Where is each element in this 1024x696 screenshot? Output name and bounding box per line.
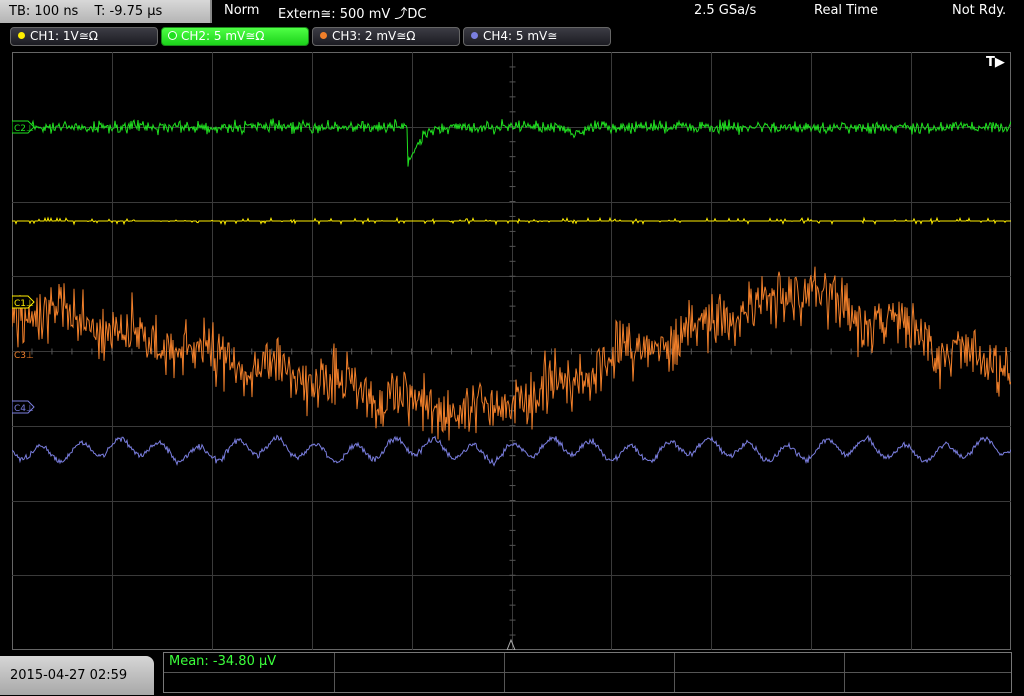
acquisition-status: Not Rdy. — [952, 3, 1007, 18]
trigger-offset-arrow-icon[interactable] — [506, 638, 516, 650]
channel-3-label: CH3: 2 mV≅Ω — [332, 29, 416, 43]
ch1-trace — [12, 216, 1011, 226]
trigger-mode[interactable]: Norm — [224, 3, 259, 18]
trigger-time-value: T: -9.75 µs — [94, 4, 163, 19]
channel-4-color-dot-icon — [471, 32, 478, 39]
ch2-marker-label: C2⊥ — [14, 124, 34, 134]
channel-1-color-dot-icon — [18, 32, 25, 39]
ch1-level-marker[interactable]: C1⊥ — [12, 295, 35, 309]
trigger-position-marker[interactable]: T▶ — [986, 55, 1005, 70]
mean-measurement: Mean: -34.80 µV — [169, 654, 277, 669]
timebase-value: TB: 100 ns — [9, 4, 79, 19]
trigger-source[interactable]: Extern≅: 500 mV ⤴DC — [278, 3, 427, 22]
status-bar: TB: 100 ns T: -9.75 µs Norm Extern≅: 500… — [0, 0, 1024, 24]
waveform-traces — [12, 118, 1011, 467]
ch2-level-marker[interactable]: C2⊥ — [12, 120, 35, 134]
channel-3-tab[interactable]: CH3: 2 mV≅Ω — [312, 27, 460, 46]
waveform-display[interactable]: C2⊥ C1⊥ C3⊥ C4⊥ T▶ — [12, 52, 1011, 650]
channel-2-tab[interactable]: CH2: 5 mV≅Ω — [161, 27, 309, 46]
ch4-level-marker[interactable]: C4⊥ — [12, 400, 35, 414]
channel-2-label: CH2: 5 mV≅Ω — [181, 29, 265, 43]
channel-2-color-dot-icon — [169, 32, 176, 39]
ch3-marker-label: C3⊥ — [14, 351, 34, 361]
sample-rate: 2.5 GSa/s — [694, 3, 757, 18]
channel-1-label: CH1: 1V≅Ω — [30, 29, 98, 43]
channel-3-color-dot-icon — [320, 32, 327, 39]
channel-4-tab[interactable]: CH4: 5 mV≅ — [463, 27, 611, 46]
timebase-panel[interactable]: TB: 100 ns T: -9.75 µs — [0, 0, 212, 23]
ch1-marker-label: C1⊥ — [14, 299, 34, 309]
ch2-trace — [12, 118, 1011, 167]
channel-bar: CH1: 1V≅Ω CH2: 5 mV≅Ω CH3: 2 mV≅Ω CH4: 5… — [0, 24, 1024, 48]
measurement-panel[interactable]: Mean: -34.80 µV — [163, 652, 1012, 693]
ch3-level-marker[interactable]: C3⊥ — [14, 351, 34, 361]
datetime-display: 2015-04-27 02:59 — [0, 656, 154, 695]
channel-4-label: CH4: 5 mV≅ — [483, 29, 558, 43]
acquisition-mode[interactable]: Real Time — [814, 3, 878, 18]
footer: 2015-04-27 02:59 Mean: -34.80 µV — [0, 650, 1024, 695]
ch4-marker-label: C4⊥ — [14, 404, 34, 414]
ch4-trace — [12, 434, 1011, 467]
channel-1-tab[interactable]: CH1: 1V≅Ω — [10, 27, 158, 46]
